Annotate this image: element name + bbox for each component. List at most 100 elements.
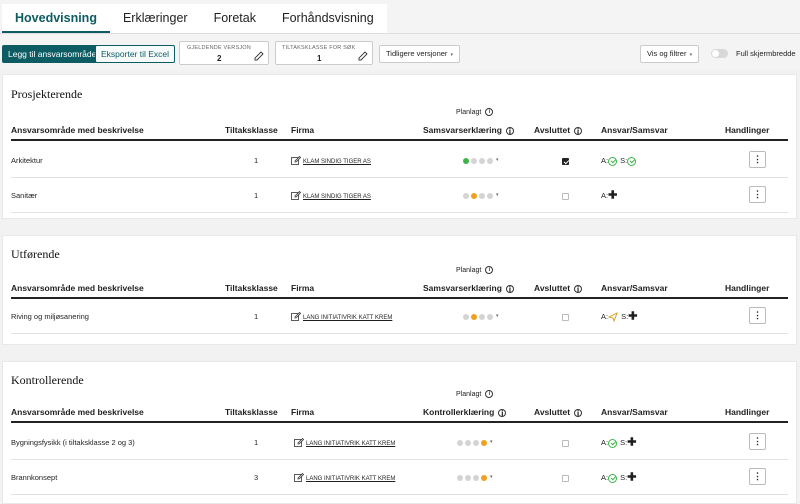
declaration-status[interactable]: ▾ (463, 299, 499, 334)
edit-icon[interactable] (291, 311, 302, 321)
check-circle-icon (608, 438, 618, 448)
column-header-kontroll[interactable]: Kontrollerklæring i (423, 407, 507, 417)
done-checkbox[interactable] (562, 157, 569, 165)
firm-link[interactable]: KLAM SINDIG TIGER AS (303, 159, 371, 165)
previous-versions-label: Tidligere versjoner (386, 49, 448, 58)
done-cell (562, 425, 569, 460)
current-version-box: GJELDENDE VERSJON 2 (179, 41, 269, 65)
export-excel-button[interactable]: Eksporter til Excel (95, 45, 176, 63)
declaration-status[interactable]: ▾ (463, 178, 499, 213)
table-row: Sanitær 1 KLAM SINDIG TIGER AS ▾ A:✚ ⋮ (11, 178, 788, 213)
tab-bar: Hovedvisning Erklæringer Foretak Forhånd… (0, 0, 800, 34)
plus-icon[interactable]: ✚ (628, 311, 637, 323)
row-actions-button[interactable]: ⋮ (749, 468, 766, 485)
edit-icon[interactable] (294, 437, 305, 447)
info-icon[interactable]: i (485, 390, 494, 398)
declaration-status[interactable]: ▾ (463, 143, 499, 178)
current-version-label: GJELDENDE VERSJON (187, 45, 251, 51)
column-header-firm[interactable]: Firma (291, 283, 314, 293)
info-icon[interactable]: i (485, 266, 494, 274)
column-header-label: Ansvar/Samsvar (601, 125, 668, 135)
planned-legend: Planlagt i (456, 108, 494, 116)
info-icon[interactable]: i (574, 285, 583, 293)
responsibility-cell: A: S:✚ (601, 425, 636, 460)
edit-icon[interactable] (358, 48, 368, 66)
column-header-done[interactable]: Avsluttet i (534, 407, 583, 417)
done-checkbox[interactable] (562, 313, 569, 321)
info-icon[interactable]: i (574, 127, 583, 135)
info-icon[interactable]: i (485, 108, 494, 116)
firm-link[interactable]: LANG INITIATIVRIK KATT KREM (306, 441, 395, 447)
column-header-samsvar[interactable]: Samsvarserklæring i (423, 283, 514, 293)
plus-icon[interactable]: ✚ (627, 472, 636, 484)
fullwidth-toggle[interactable] (711, 49, 728, 58)
column-header-class[interactable]: Tiltaksklasse (225, 407, 278, 417)
done-cell (562, 143, 569, 178)
column-header-samsvar[interactable]: Samsvarserklæring i (423, 125, 514, 135)
area-cell: Bygningsfysikk (i tiltaksklasse 2 og 3) (11, 438, 135, 447)
check-circle-icon (608, 156, 618, 166)
column-header-resp[interactable]: Ansvar/Samsvar (601, 407, 668, 417)
column-header-resp[interactable]: Ansvar/Samsvar (601, 283, 668, 293)
row-actions-button[interactable]: ⋮ (749, 307, 766, 324)
add-area-button[interactable]: Legg til ansvarsområde (2, 45, 103, 63)
firm-link[interactable]: LANG INITIATIVRIK KATT KREM (306, 476, 395, 482)
column-header-area[interactable]: Ansvarsområde med beskrivelse (11, 407, 144, 417)
status-dot (481, 474, 487, 481)
chevron-down-icon: ▾ (689, 52, 693, 58)
status-dot (465, 474, 471, 481)
status-dot (463, 192, 469, 199)
done-checkbox[interactable] (562, 192, 569, 200)
row-actions-button[interactable]: ⋮ (749, 186, 766, 203)
tab-forhandsvisning[interactable]: Forhåndsvisning (268, 4, 387, 33)
column-header-actions[interactable]: Handlinger (725, 407, 769, 417)
plus-icon[interactable]: ✚ (627, 437, 636, 449)
declaration-status[interactable]: ▾ (457, 460, 493, 495)
column-header-label: Handlinger (725, 407, 770, 417)
declaration-status[interactable]: ▾ (457, 425, 493, 460)
view-filter-label: Vis og filtrer (647, 49, 687, 58)
column-header-done[interactable]: Avsluttet i (534, 283, 583, 293)
column-header-class[interactable]: Tiltaksklasse (225, 283, 278, 293)
area-cell: Riving og miljøsanering (11, 312, 89, 321)
info-icon[interactable]: i (505, 285, 514, 293)
plus-icon[interactable]: ✚ (608, 190, 617, 202)
done-checkbox[interactable] (562, 474, 569, 482)
edit-icon[interactable] (254, 48, 264, 66)
edit-icon[interactable] (291, 190, 302, 200)
firm-cell: LANG INITIATIVRIK KATT KREM (294, 425, 395, 460)
row-actions-button[interactable]: ⋮ (749, 433, 766, 450)
status-dots: ▾ (457, 460, 493, 495)
column-header-firm[interactable]: Firma (291, 407, 314, 417)
toggle-knob (712, 50, 719, 57)
status-dot (479, 313, 485, 320)
info-icon[interactable]: i (574, 409, 583, 417)
current-version-value: 2 (217, 54, 222, 63)
planned-legend: Planlagt i (456, 390, 494, 398)
column-header-firm[interactable]: Firma (291, 125, 314, 135)
tab-erklaeringer[interactable]: Erklæringer (109, 4, 201, 33)
column-header-actions[interactable]: Handlinger (725, 125, 769, 135)
column-header-label: Ansvarsområde med beskrivelse (11, 125, 144, 135)
section-card: Prosjekterende Planlagt i Ansvarsområde med… (2, 74, 797, 219)
info-icon[interactable]: i (498, 409, 507, 417)
info-icon[interactable]: i (505, 127, 514, 135)
firm-link[interactable]: KLAM SINDIG TIGER AS (303, 194, 371, 200)
column-header-class[interactable]: Tiltaksklasse (225, 125, 278, 135)
tab-foretak[interactable]: Foretak (200, 4, 269, 33)
row-actions-button[interactable]: ⋮ (749, 151, 766, 168)
column-header-area[interactable]: Ansvarsområde med beskrivelse (11, 125, 144, 135)
toolbar: Legg til ansvarsområde Eksporter til Exc… (0, 34, 800, 70)
column-header-actions[interactable]: Handlinger (725, 283, 769, 293)
column-header-done[interactable]: Avsluttet i (534, 125, 583, 135)
previous-versions-dropdown[interactable]: Tidligere versjoner ▾ (379, 45, 461, 63)
column-header-area[interactable]: Ansvarsområde med beskrivelse (11, 283, 144, 293)
view-filter-dropdown[interactable]: Vis og filtrer ▾ (640, 45, 700, 63)
column-header-resp[interactable]: Ansvar/Samsvar (601, 125, 668, 135)
edit-icon[interactable] (291, 155, 302, 165)
firm-link[interactable]: LANG INITIATIVRIK KATT KREM (303, 315, 392, 321)
section-card: Utførende Planlagt i Ansvarsområde med besk… (2, 235, 797, 345)
done-checkbox[interactable] (562, 439, 569, 447)
tab-hovedvisning[interactable]: Hovedvisning (2, 4, 110, 33)
edit-icon[interactable] (294, 472, 305, 482)
